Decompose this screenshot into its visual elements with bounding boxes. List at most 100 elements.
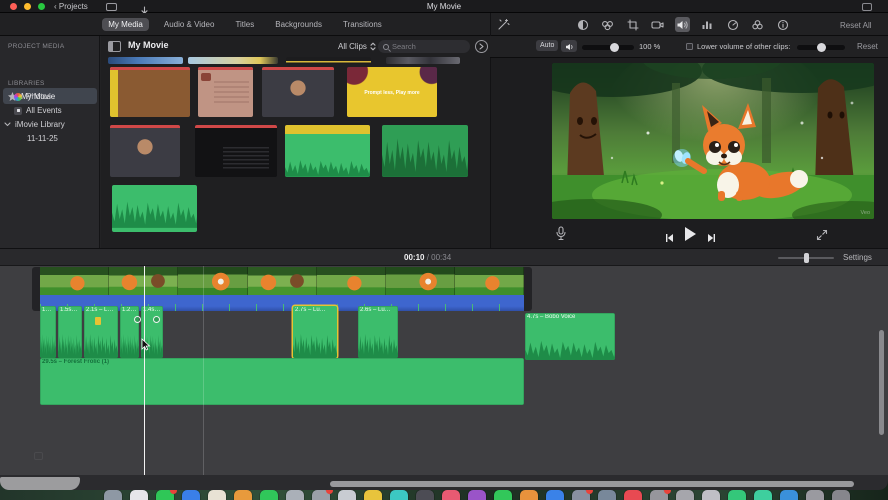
dock-app-icon[interactable] [156, 487, 177, 500]
dock-app-icon[interactable] [806, 490, 824, 500]
timeline-horizontal-scrollbar[interactable] [330, 481, 854, 487]
dock-app-icon[interactable] [416, 490, 434, 500]
fullscreen-icon[interactable] [816, 228, 828, 246]
share-icon[interactable] [862, 3, 872, 11]
media-thumbnail-presenter[interactable] [262, 67, 334, 117]
dock-app-icon[interactable] [104, 490, 122, 500]
dock-app-icon[interactable] [442, 490, 460, 500]
fade-handle[interactable] [153, 316, 160, 323]
timeline-settings-button[interactable]: Settings [843, 253, 872, 262]
lower-volume-checkbox[interactable] [686, 43, 693, 50]
beat-marker[interactable] [95, 317, 101, 325]
dock-app-icon[interactable] [312, 487, 333, 500]
sidebar-toggle-icon[interactable] [108, 41, 121, 52]
media-thumbnail-audio[interactable] [112, 185, 197, 232]
dock-app-icon[interactable] [624, 490, 642, 500]
video-track[interactable] [40, 267, 524, 295]
clip-filter-dropdown[interactable]: All Clips [338, 42, 376, 51]
video-preview[interactable]: Veo [552, 63, 874, 219]
fade-handle[interactable] [134, 316, 141, 323]
lower-volume-knob[interactable] [817, 43, 826, 52]
clip-volume-slider[interactable] [582, 43, 634, 52]
timeline-vertical-scrollbar[interactable] [879, 330, 884, 435]
dock-app-icon[interactable] [780, 490, 798, 500]
volume-icon-selected[interactable] [675, 17, 690, 32]
dock-app-icon[interactable] [546, 490, 564, 500]
media-thumbnail[interactable] [286, 57, 371, 64]
audio-clip[interactable]: 4.7s – Bobo Voice [525, 313, 615, 360]
clip-appearance-icon[interactable] [475, 40, 488, 53]
dock-app-icon[interactable] [338, 490, 356, 500]
info-icon[interactable] [775, 17, 790, 32]
dock-app-icon[interactable] [494, 490, 512, 500]
dock-app-icon[interactable] [572, 487, 593, 500]
previous-frame-button[interactable] [664, 230, 674, 248]
audio-clip-selected[interactable]: 2.7s – Lu… [293, 306, 337, 358]
dock-app-icon[interactable] [234, 490, 252, 500]
media-thumbnail-fox-grid[interactable] [110, 67, 190, 117]
dock-app-icon[interactable] [702, 490, 720, 500]
audio-clip[interactable]: 1.2… [120, 306, 139, 358]
reset-volume-button[interactable]: Reset [857, 42, 878, 51]
search-input[interactable]: Search [378, 40, 470, 53]
dock-app-icon[interactable] [182, 490, 200, 500]
stabilization-icon[interactable] [650, 17, 665, 32]
media-thumbnail-promo[interactable]: Prompt less, Play more [347, 67, 437, 117]
enhance-wand-icon[interactable] [497, 18, 510, 36]
clip-volume-knob[interactable] [610, 43, 619, 52]
tab-audio-video[interactable]: Audio & Video [158, 18, 221, 31]
media-thumbnail-audio[interactable] [285, 125, 370, 177]
lower-volume-slider[interactable] [797, 43, 845, 52]
dock-app-icon[interactable] [260, 490, 278, 500]
tab-transitions[interactable]: Transitions [337, 18, 388, 31]
video-clip-left-handle[interactable] [32, 267, 40, 311]
media-thumbnail-screen-recording[interactable] [195, 125, 277, 177]
play-button[interactable] [683, 226, 697, 247]
dock-app-icon[interactable] [520, 490, 538, 500]
audio-clip[interactable]: 2.6s – Lu… [358, 306, 398, 358]
dock-app-icon[interactable] [728, 490, 746, 500]
mute-button[interactable] [561, 40, 577, 52]
noise-reduction-icon[interactable] [700, 17, 715, 32]
sidebar-item-imovie-library[interactable]: iMovie Library [4, 120, 65, 129]
dock-app-icon[interactable] [650, 487, 671, 500]
media-thumbnail-presenter[interactable] [110, 125, 180, 177]
sidebar-item-photos[interactable]: Photos [14, 92, 51, 101]
voiceover-mic-icon[interactable] [555, 226, 567, 246]
dock-app-icon[interactable] [286, 490, 304, 500]
color-balance-icon[interactable] [575, 17, 590, 32]
tab-backgrounds[interactable]: Backgrounds [269, 18, 328, 31]
media-thumbnail[interactable] [188, 57, 278, 64]
playhead[interactable] [144, 266, 146, 475]
audio-clip[interactable]: 2.1s – L… [84, 306, 118, 358]
color-correction-icon[interactable] [600, 17, 615, 32]
timeline-zoom-knob[interactable] [804, 253, 809, 263]
dock-app-icon[interactable] [130, 490, 148, 500]
reset-all-button[interactable]: Reset All [840, 21, 872, 30]
timeline-zoom-slider[interactable] [778, 253, 834, 263]
background-music-clip[interactable]: 29.5s – Forest Frolic (1) [40, 358, 524, 405]
filters-icon[interactable] [750, 17, 765, 32]
media-thumbnail[interactable] [108, 57, 183, 64]
media-thumbnail-audio[interactable] [382, 125, 468, 177]
dock-app-icon[interactable] [390, 490, 408, 500]
sidebar-item-event-date[interactable]: 11-11-25 [27, 134, 58, 143]
sidebar-item-all-events[interactable]: All Events [14, 106, 62, 115]
audio-clip[interactable]: 1… [40, 306, 56, 358]
dock-app-icon[interactable] [208, 490, 226, 500]
video-clip-right-handle[interactable] [524, 267, 532, 311]
tab-titles[interactable]: Titles [229, 18, 260, 31]
auto-volume-button[interactable]: Auto [536, 40, 559, 51]
dock-app-icon[interactable] [676, 490, 694, 500]
speed-icon[interactable] [725, 17, 740, 32]
dock-app-icon[interactable] [754, 490, 772, 500]
audio-clip[interactable]: 1.5s… [58, 306, 82, 358]
dock-app-icon[interactable] [598, 490, 616, 500]
tab-my-media[interactable]: My Media [102, 18, 149, 31]
media-thumbnail[interactable] [386, 57, 460, 64]
dock-app-icon[interactable] [364, 490, 382, 500]
dock-app-icon[interactable] [832, 490, 850, 500]
dock-app-icon[interactable] [468, 490, 486, 500]
next-frame-button[interactable] [707, 230, 717, 248]
media-thumbnail-document[interactable] [198, 67, 253, 117]
